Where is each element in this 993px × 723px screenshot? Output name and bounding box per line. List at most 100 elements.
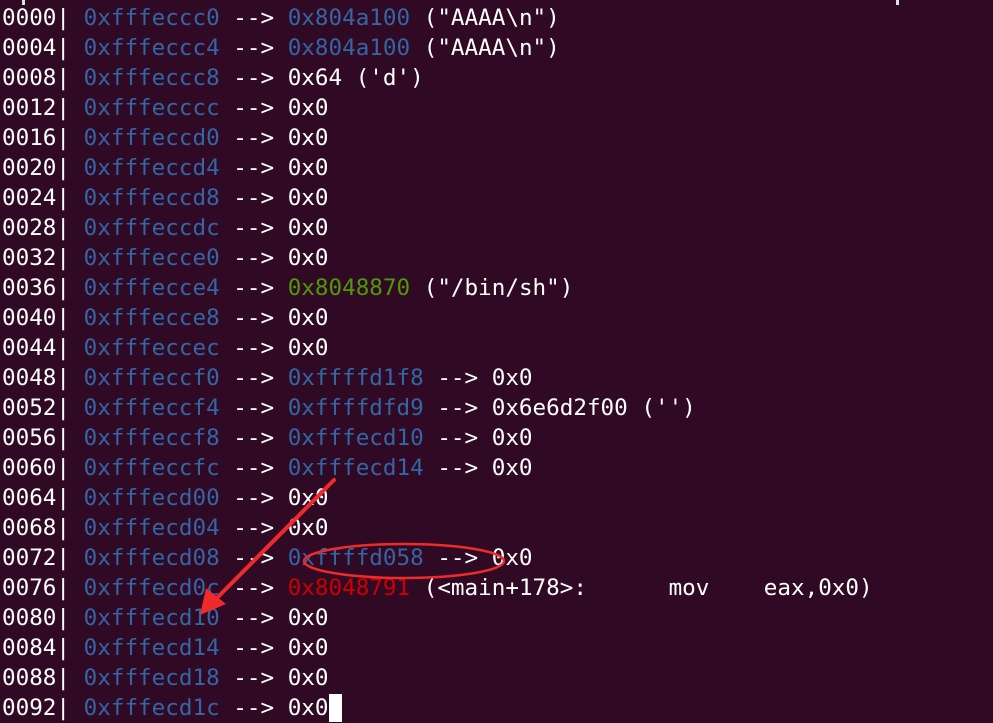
column-separator: | [56, 575, 84, 601]
stack-row: 0052| 0xfffeccf4 --> 0xffffdfd9 --> 0x6e… [2, 393, 992, 423]
stack-row: 0056| 0xfffeccf8 --> 0xfffecd10 --> 0x0 [2, 423, 992, 453]
column-separator: | [56, 485, 84, 511]
column-separator: | [56, 5, 84, 31]
stack-offset: 0048 [2, 365, 57, 391]
dereferenced-value: 0x0 [287, 305, 329, 331]
pointer-arrow: --> [219, 95, 288, 121]
stack-offset: 0084 [2, 635, 57, 661]
column-separator: | [56, 305, 84, 331]
stack-row: 0084| 0xfffecd14 --> 0x0 [2, 633, 992, 663]
stack-row: 0016| 0xfffeccd0 --> 0x0 [2, 123, 992, 153]
stack-row: 0012| 0xfffecccc --> 0x0 [2, 93, 992, 123]
dereferenced-value: 0x0 [287, 635, 329, 661]
dereferenced-value: ("/bin/sh") [410, 275, 574, 301]
pointer-arrow: --> [219, 305, 288, 331]
dereferenced-value: 0x64 ('d') [287, 65, 424, 91]
stack-offset: 0068 [2, 515, 57, 541]
column-separator: | [56, 635, 84, 661]
stack-row: 0024| 0xfffeccd8 --> 0x0 [2, 183, 992, 213]
pointer-arrow: --> [219, 275, 288, 301]
stack-address: 0xfffecce8 [83, 305, 220, 331]
pointer-value: 0x8048870 [287, 275, 411, 301]
stack-offset: 0040 [2, 305, 57, 331]
stack-address: 0xfffecd14 [83, 635, 220, 661]
stack-offset: 0076 [2, 575, 57, 601]
dereferenced-value: --> 0x0 [423, 425, 533, 451]
column-separator: | [56, 395, 84, 421]
pointer-arrow: --> [219, 185, 288, 211]
pointer-arrow: --> [219, 125, 288, 151]
stack-address: 0xfffeccf4 [83, 395, 220, 421]
stack-row: 0092| 0xfffecd1c --> 0x0 [2, 693, 992, 723]
stack-offset: 0016 [2, 125, 57, 151]
dereferenced-value: 0x0 [287, 245, 329, 271]
stack-offset: 0012 [2, 95, 57, 121]
stack-address: 0xfffeccd8 [83, 185, 220, 211]
pointer-arrow: --> [219, 35, 288, 61]
pointer-arrow: --> [219, 695, 288, 721]
dereferenced-value: 0x0 [287, 215, 329, 241]
pointer-value: 0xfffecd14 [287, 455, 424, 481]
pointer-value: 0x804a100 [287, 5, 411, 31]
column-separator: | [56, 245, 84, 271]
pointer-arrow: --> [219, 365, 288, 391]
pointer-arrow: --> [219, 65, 288, 91]
column-separator: | [56, 695, 84, 721]
column-separator: | [56, 65, 84, 91]
stack-address: 0xfffeccf0 [83, 365, 220, 391]
column-separator: | [56, 35, 84, 61]
stack-row: 0076| 0xfffecd0c --> 0x8048791 (<main+17… [2, 573, 992, 603]
pointer-arrow: --> [219, 5, 288, 31]
stack-offset: 0064 [2, 485, 57, 511]
column-separator: | [56, 125, 84, 151]
pointer-arrow: --> [219, 455, 288, 481]
pointer-arrow: --> [219, 515, 288, 541]
stack-row: 0080| 0xfffecd10 --> 0x0 [2, 603, 992, 633]
stack-offset: 0052 [2, 395, 57, 421]
dereferenced-value: --> 0x0 [423, 455, 533, 481]
stack-address: 0xfffecd18 [83, 665, 220, 691]
pointer-arrow: --> [219, 215, 288, 241]
stack-row: 0048| 0xfffeccf0 --> 0xffffd1f8 --> 0x0 [2, 363, 992, 393]
terminal-output[interactable]: 0000| 0xfffeccc0 --> 0x804a100 ("AAAA\n"… [2, 3, 992, 723]
stack-row: 0008| 0xfffeccc8 --> 0x64 ('d') [2, 63, 992, 93]
dereferenced-value: --> 0x6e6d2f00 ('') [423, 395, 696, 421]
stack-row: 0032| 0xfffecce0 --> 0x0 [2, 243, 992, 273]
stack-row: 0044| 0xfffeccec --> 0x0 [2, 333, 992, 363]
column-separator: | [56, 95, 84, 121]
stack-address: 0xfffecd0c [83, 575, 220, 601]
stack-row: 0020| 0xfffeccd4 --> 0x0 [2, 153, 992, 183]
pointer-arrow: --> [219, 395, 288, 421]
dereferenced-value: 0x0 [287, 485, 329, 511]
terminal-cursor [328, 694, 342, 722]
stack-address: 0xfffecd10 [83, 605, 220, 631]
stack-offset: 0028 [2, 215, 57, 241]
stack-address: 0xfffecd00 [83, 485, 220, 511]
stack-address: 0xfffeccf8 [83, 425, 220, 451]
pointer-arrow: --> [219, 155, 288, 181]
pointer-arrow: --> [219, 575, 288, 601]
stack-offset: 0004 [2, 35, 57, 61]
stack-offset: 0088 [2, 665, 57, 691]
dereferenced-value: 0x0 [287, 95, 329, 121]
dereferenced-value: ("AAAA\n") [410, 5, 560, 31]
stack-offset: 0032 [2, 245, 57, 271]
stack-offset: 0000 [2, 5, 57, 31]
column-separator: | [56, 155, 84, 181]
stack-offset: 0036 [2, 275, 57, 301]
column-separator: | [56, 185, 84, 211]
dereferenced-value: 0x0 [287, 515, 329, 541]
pointer-value: 0xffffdfd9 [287, 395, 424, 421]
dereferenced-value: 0x0 [287, 125, 329, 151]
stack-address: 0xfffeccfc [83, 455, 220, 481]
dereferenced-value: 0x0 [287, 335, 329, 361]
pointer-arrow: --> [219, 245, 288, 271]
pointer-value: 0xffffd058 [287, 545, 424, 571]
stack-address: 0xfffeccec [83, 335, 220, 361]
stack-row: 0060| 0xfffeccfc --> 0xfffecd14 --> 0x0 [2, 453, 992, 483]
stack-address: 0xfffeccc0 [83, 5, 220, 31]
stack-offset: 0080 [2, 605, 57, 631]
stack-address: 0xfffecd08 [83, 545, 220, 571]
stack-row: 0072| 0xfffecd08 --> 0xffffd058 --> 0x0 [2, 543, 992, 573]
column-separator: | [56, 275, 84, 301]
